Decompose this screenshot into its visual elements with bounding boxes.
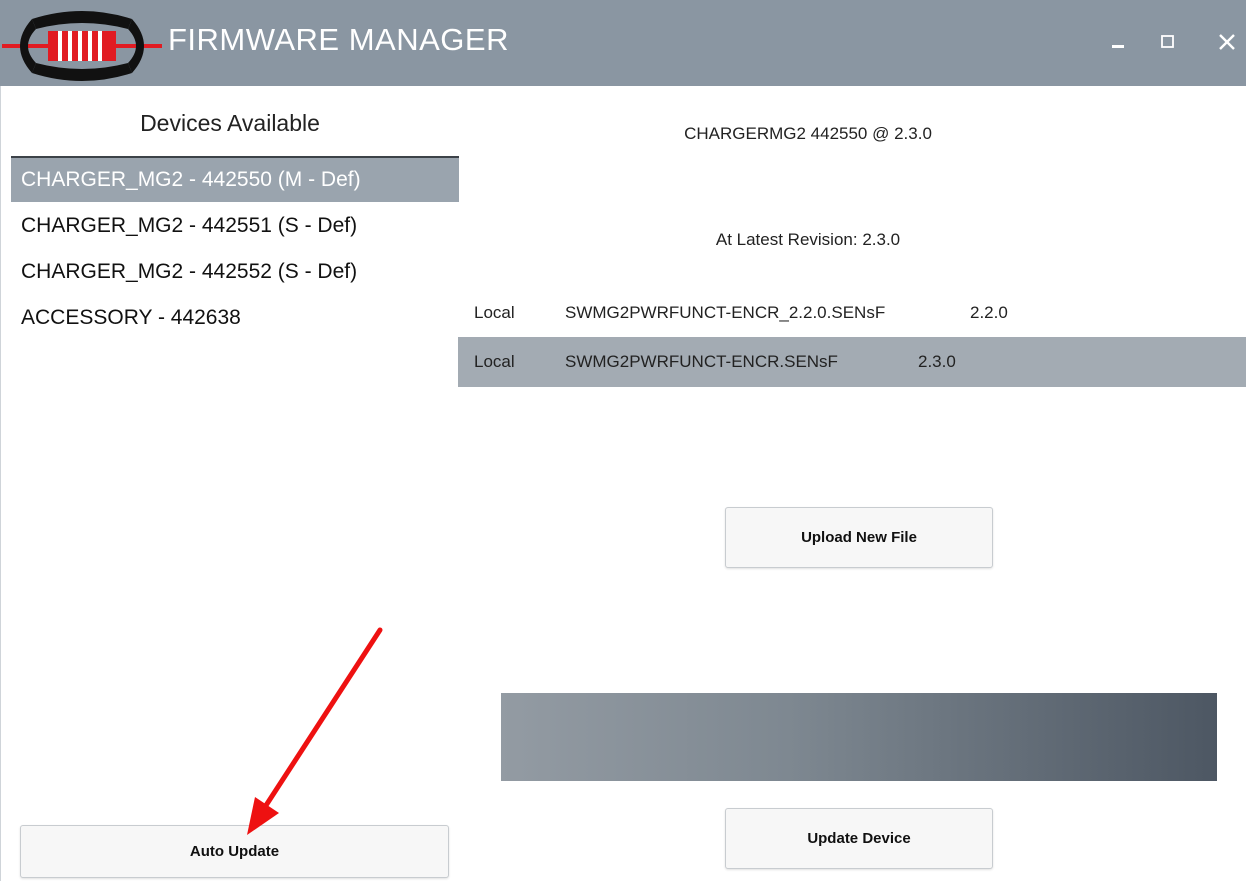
update-device-button[interactable]: Update Device xyxy=(725,808,993,869)
devices-panel: Devices Available CHARGER_MG2 - 442550 (… xyxy=(0,86,459,881)
device-item-442551[interactable]: CHARGER_MG2 - 442551 (S - Def) xyxy=(11,204,459,248)
title-bar: FIRMWARE MANAGER xyxy=(0,0,1246,86)
maximize-icon xyxy=(1161,35,1174,48)
device-item-442638[interactable]: ACCESSORY - 442638 xyxy=(11,296,459,340)
upload-new-file-button[interactable]: Upload New File xyxy=(725,507,993,568)
update-progress-bar xyxy=(501,693,1217,781)
app-title: FIRMWARE MANAGER xyxy=(168,22,509,57)
file-source: Local xyxy=(474,352,515,371)
close-button[interactable] xyxy=(1209,24,1245,60)
minimize-button[interactable] xyxy=(1101,24,1137,60)
file-version: 2.3.0 xyxy=(918,352,956,371)
minimize-icon xyxy=(1112,45,1124,48)
auto-update-button[interactable]: Auto Update xyxy=(20,825,449,878)
close-icon xyxy=(1219,34,1235,50)
device-item-442550[interactable]: CHARGER_MG2 - 442550 (M - Def) xyxy=(11,158,459,202)
app-logo xyxy=(2,11,162,81)
revision-status: At Latest Revision: 2.3.0 xyxy=(715,230,901,249)
firmware-file-row[interactable]: Local SWMG2PWRFUNCT-ENCR_2.2.0.SENsF 2.2… xyxy=(458,288,1246,338)
firmware-file-row-selected[interactable]: Local SWMG2PWRFUNCT-ENCR.SENsF 2.3.0 xyxy=(458,337,1246,387)
file-name: SWMG2PWRFUNCT-ENCR.SENsF xyxy=(565,352,838,371)
maximize-button[interactable] xyxy=(1150,24,1186,60)
devices-heading: Devices Available xyxy=(140,110,320,136)
device-firmware-header: CHARGERMG2 442550 @ 2.3.0 xyxy=(684,124,932,143)
file-name: SWMG2PWRFUNCT-ENCR_2.2.0.SENsF xyxy=(565,303,886,322)
device-item-442552[interactable]: CHARGER_MG2 - 442552 (S - Def) xyxy=(11,250,459,294)
file-source: Local xyxy=(474,303,515,322)
file-version: 2.2.0 xyxy=(970,303,1008,322)
